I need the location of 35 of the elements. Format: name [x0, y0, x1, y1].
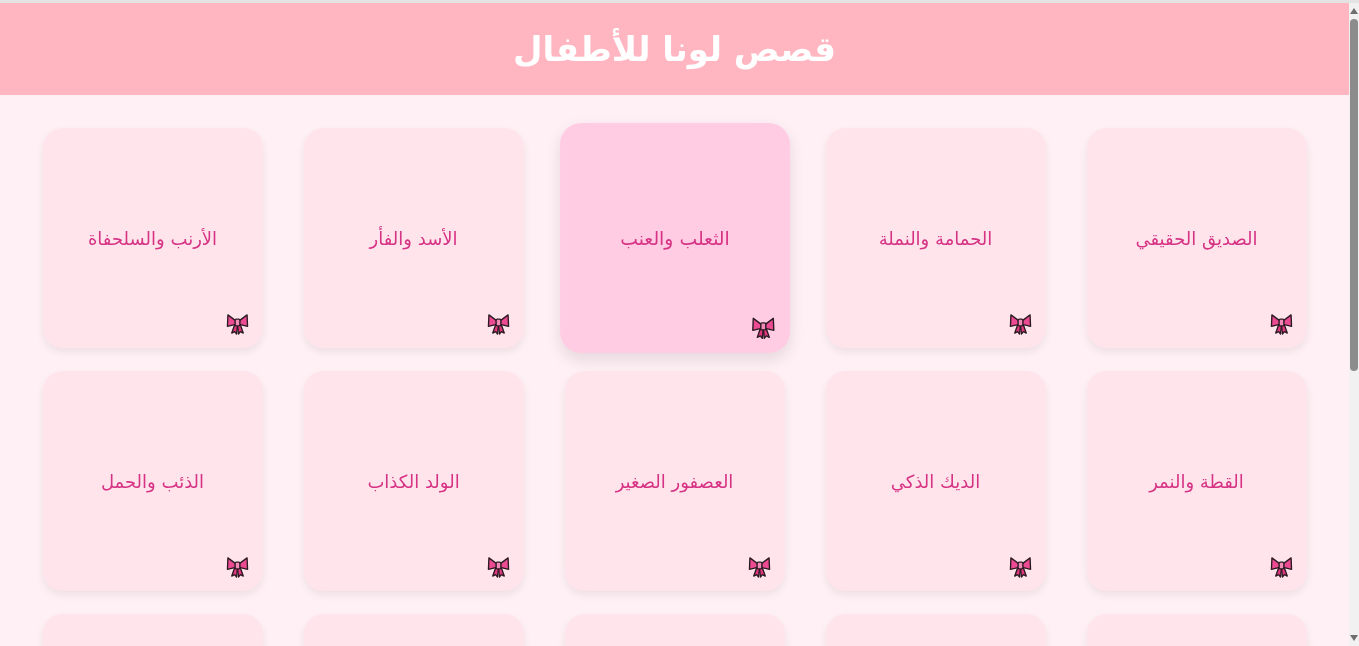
story-card[interactable]: القطة والنمر [1086, 371, 1307, 591]
story-card[interactable]: العصفور الصغير [564, 371, 785, 591]
ribbon-icon [747, 555, 771, 578]
scroll-down-icon[interactable] [1350, 635, 1358, 641]
ribbon-icon [1269, 555, 1293, 578]
story-card[interactable]: الولد الكذاب [303, 371, 524, 591]
ribbon-icon [1008, 312, 1032, 335]
story-title: الثعلب والعنب [619, 227, 730, 249]
story-title: الذئب والحمل [100, 470, 205, 492]
story-title: الأسد والفأر [369, 227, 458, 249]
story-title: الأرنب والسلحفاة [87, 227, 218, 249]
scroll-up-icon[interactable] [1350, 8, 1358, 14]
story-title: الديك الذكي [890, 470, 981, 492]
story-card[interactable]: الأسد والفأر [303, 128, 524, 348]
story-title: الحمامة والنملة [878, 227, 993, 249]
story-card[interactable]: الديك الذكي [825, 371, 1046, 591]
story-card[interactable]: الصديق الحقيقي [1086, 128, 1307, 348]
ribbon-icon [1269, 312, 1293, 335]
scrollbar-thumb[interactable] [1350, 19, 1358, 371]
story-card[interactable]: الذئب والحمل [42, 371, 263, 591]
story-title: العصفور الصغير [615, 470, 734, 492]
story-card[interactable]: الأرنب والسلحفاة [42, 128, 263, 348]
ribbon-icon [486, 312, 510, 335]
story-title: الولد الكذاب [367, 470, 460, 492]
story-title: القطة والنمر [1149, 470, 1244, 492]
story-card[interactable]: الثعلب والعنب [559, 123, 790, 353]
ribbon-icon [225, 555, 249, 578]
page-title: قصص لونا للأطفال [513, 29, 836, 69]
scrollbar[interactable] [1349, 3, 1359, 646]
ribbon-icon [486, 555, 510, 578]
ribbon-icon [225, 312, 249, 335]
ribbon-icon [750, 315, 775, 340]
story-card[interactable]: الحمامة والنملة [825, 128, 1046, 348]
story-title: الصديق الحقيقي [1135, 227, 1258, 249]
ribbon-icon [1008, 555, 1032, 578]
